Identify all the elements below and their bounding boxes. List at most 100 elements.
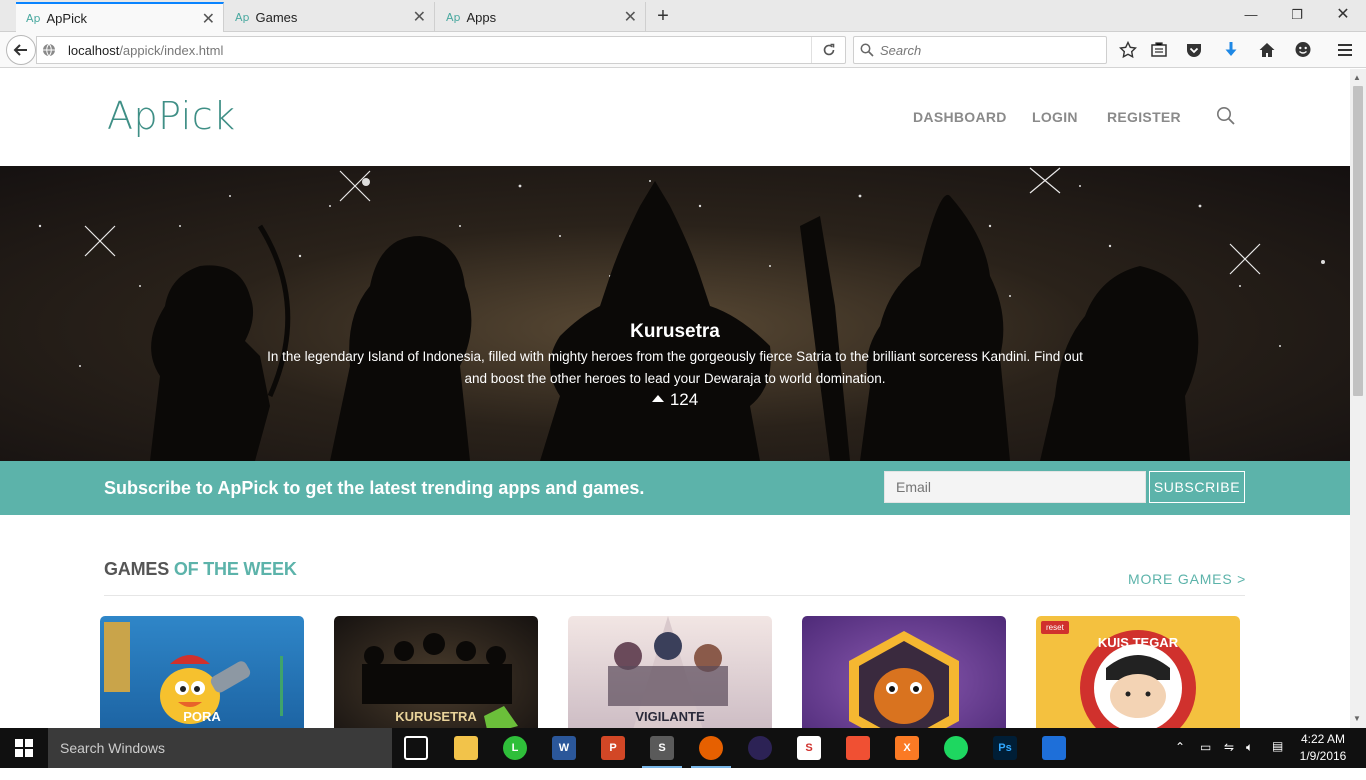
git-icon[interactable] (846, 736, 870, 760)
nav-login[interactable]: LOGIN (1032, 109, 1078, 125)
photoshop-icon[interactable]: Ps (993, 736, 1017, 760)
subscribe-text: Subscribe to ApPick to get the latest tr… (104, 478, 645, 498)
game-card-monster[interactable] (802, 616, 1006, 728)
restore-icon[interactable]: ❐ (1274, 0, 1320, 30)
tab-apps[interactable]: Ap Apps ✕ (436, 2, 646, 32)
url-text: localhost/appick/index.html (68, 43, 223, 58)
site-logo[interactable]: ApPick (107, 94, 236, 138)
scrollbar-thumb[interactable] (1353, 86, 1363, 396)
windows-taskbar: Search Windows L W P S S X Ps ⌃ ▭ ⇋ 🔈︎ ▤… (0, 728, 1366, 768)
hero-banner[interactable]: Kurusetra In the legendary Island of Ind… (0, 166, 1350, 461)
bookmark-star-icon[interactable] (1117, 39, 1139, 61)
scroll-down-icon[interactable]: ▼ (1353, 714, 1361, 723)
tab-title: Games (255, 9, 298, 25)
xampp-icon[interactable]: X (895, 736, 919, 760)
action-center-icon[interactable]: ▤ (1272, 739, 1283, 779)
downloads-icon[interactable] (1220, 39, 1242, 61)
home-icon[interactable] (1256, 39, 1278, 61)
close-tab-icon[interactable]: ✕ (413, 7, 426, 27)
section-title-accent: OF THE WEEK (173, 559, 297, 579)
tab-title: Apps (466, 9, 497, 25)
file-explorer-icon[interactable] (454, 736, 478, 760)
search-placeholder: Search (880, 43, 922, 58)
back-button[interactable] (6, 35, 36, 65)
minimize-icon[interactable]: — (1228, 0, 1274, 30)
reading-list-icon[interactable] (1148, 39, 1170, 61)
game-card-pora[interactable]: PORA (100, 616, 304, 728)
reset-badge: reset (1041, 621, 1069, 634)
photos-app-icon[interactable] (1042, 736, 1066, 760)
tab-favicon: Ap (446, 10, 461, 24)
vote-number: 124 (669, 390, 699, 409)
site-header: ApPick DASHBOARD LOGIN REGISTER (0, 69, 1350, 166)
page-scrollbar[interactable]: ▲ ▼ (1350, 69, 1366, 728)
nav-register[interactable]: REGISTER (1107, 109, 1181, 125)
search-field[interactable]: Search (853, 36, 1107, 64)
scroll-up-icon[interactable]: ▲ (1353, 73, 1361, 82)
hero-artwork (38, 167, 1325, 461)
section-title-main: GAMES (104, 559, 170, 579)
subscribe-button[interactable]: SUBSCRIBE (1149, 471, 1245, 503)
battery-icon[interactable]: ▭ (1200, 740, 1211, 780)
game-card-caption: VIGILANTE (635, 709, 705, 724)
sublime-text-icon[interactable]: S (642, 736, 682, 768)
windows-start-icon[interactable] (0, 728, 48, 768)
close-tab-icon[interactable]: ✕ (624, 7, 637, 27)
game-card-kurusetra[interactable]: KURUSETRA (334, 616, 538, 728)
taskbar-search[interactable]: Search Windows (48, 728, 392, 768)
email-field[interactable] (884, 471, 1146, 503)
monster-artwork (849, 631, 959, 728)
hero-title[interactable]: Kurusetra (0, 321, 1350, 343)
tab-games[interactable]: Ap Games ✕ (225, 2, 435, 32)
reload-icon[interactable] (811, 37, 845, 63)
game-card-caption: KURUSETRA (395, 709, 477, 724)
tab-favicon: Ap (26, 11, 41, 25)
hello-chat-icon[interactable] (1292, 39, 1314, 61)
browser-tab-strip: Ap ApPick ✕ Ap Games ✕ Ap Apps ✕ + — ❐ ✕ (0, 0, 1366, 32)
task-view-icon[interactable] (404, 736, 428, 760)
browser-toolbar: localhost/appick/index.html Search (0, 32, 1366, 68)
url-path: /appick/index.html (119, 43, 224, 58)
tab-appick[interactable]: Ap ApPick ✕ (16, 2, 224, 32)
search-icon (860, 43, 874, 62)
pocket-icon[interactable] (1183, 39, 1205, 61)
firefox-icon[interactable] (691, 736, 731, 768)
hero-vote-count[interactable]: 124 (0, 390, 1350, 410)
spotify-icon[interactable] (944, 736, 968, 760)
back-arrow-icon (13, 44, 27, 56)
close-tab-icon[interactable]: ✕ (202, 9, 215, 29)
powerpoint-icon[interactable]: P (601, 736, 625, 760)
globe-icon (42, 43, 56, 62)
url-host: localhost (68, 43, 120, 58)
network-icon[interactable]: ⇋ (1224, 740, 1234, 780)
web-page: ApPick DASHBOARD LOGIN REGISTER Kurusetr… (0, 69, 1350, 728)
more-games-link[interactable]: MORE GAMES > (1128, 571, 1246, 587)
hero-description: In the legendary Island of Indonesia, fi… (267, 349, 1083, 386)
smartgit-icon[interactable]: S (797, 736, 821, 760)
section-title: GAMES OF THE WEEK (104, 559, 297, 580)
game-card-kuis-tegar[interactable]: reset KUIS TEGAR (1036, 616, 1240, 728)
new-tab-button[interactable]: + (650, 3, 676, 29)
url-bar[interactable]: localhost/appick/index.html (36, 36, 846, 64)
tray-chevron-icon[interactable]: ⌃ (1175, 740, 1185, 780)
eclipse-icon[interactable] (748, 736, 772, 760)
word-icon[interactable]: W (552, 736, 576, 760)
game-card-caption: PORA (183, 709, 221, 724)
line-app-icon[interactable]: L (503, 736, 527, 760)
game-card-caption: KUIS TEGAR (1097, 635, 1179, 650)
clock-time: 4:22 AM (1300, 732, 1346, 746)
clock-date: 1/9/2016 (1299, 749, 1347, 763)
tab-favicon: Ap (235, 10, 250, 24)
game-card-vigilante[interactable]: VIGILANTE (568, 616, 772, 728)
upvote-icon[interactable] (651, 395, 664, 402)
tab-title: ApPick (46, 10, 87, 26)
close-window-icon[interactable]: ✕ (1320, 0, 1366, 30)
menu-icon[interactable] (1334, 39, 1356, 61)
section-divider (104, 595, 1245, 596)
site-search-icon[interactable] (1216, 106, 1236, 131)
subscribe-bar: Subscribe to ApPick to get the latest tr… (0, 461, 1350, 515)
taskbar-search-placeholder: Search Windows (60, 740, 166, 756)
taskbar-clock[interactable]: 4:22 AM 1/9/2016 (1296, 731, 1350, 765)
volume-icon[interactable]: 🔈︎ (1246, 740, 1253, 780)
nav-dashboard[interactable]: DASHBOARD (913, 109, 1007, 125)
